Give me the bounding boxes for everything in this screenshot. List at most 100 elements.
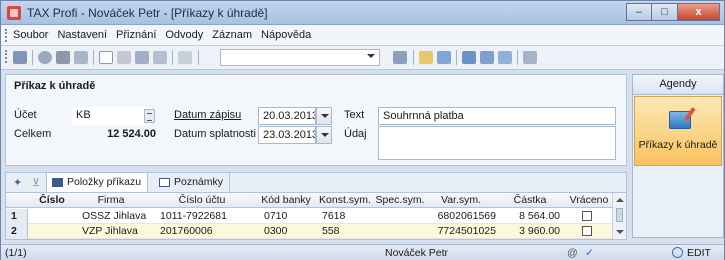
datum-zapisu-field[interactable]: 20.03.2013: [258, 107, 316, 125]
toolbar-grip-icon: [5, 50, 8, 63]
tab-poznamky[interactable]: Poznámky: [154, 173, 231, 193]
minimize-button[interactable]: –: [626, 3, 652, 21]
datum-splatnosti-field[interactable]: 23.03.2013: [258, 126, 316, 144]
window-icon[interactable]: [480, 51, 494, 64]
filter-rows-icon[interactable]: ⊻: [32, 176, 40, 189]
menu-soubor[interactable]: Soubor: [13, 29, 48, 41]
cell-firma: OSSZ Jihlava: [82, 210, 147, 222]
cell-castka: 8 564.00: [519, 210, 560, 222]
save-as-icon[interactable]: [153, 51, 167, 64]
edit-icon[interactable]: [117, 51, 131, 64]
col-var-sym[interactable]: Var.sym.: [426, 194, 496, 206]
table-row[interactable]: 1 OSSZ Jihlava 1011-7922681 0710 7618 68…: [6, 209, 612, 224]
udaj-label: Údaj: [344, 128, 367, 140]
cell-var-sym: 7724501025: [437, 225, 496, 237]
col-spec-sym[interactable]: Spec.sym.: [374, 194, 426, 206]
tab-label: Položky příkazu: [67, 176, 142, 188]
agendy-item-prikazy[interactable]: Příkazy k úhradě: [634, 96, 722, 166]
grid-header: Číslo Firma Číslo účtu Kód banky Konst.s…: [6, 193, 612, 208]
celkem-value: 12 524.00: [107, 128, 156, 140]
cell-konst-sym: 558: [322, 225, 340, 237]
note-icon: [159, 178, 170, 187]
col-cislo[interactable]: Číslo: [32, 194, 72, 206]
cell-castka: 3 960.00: [519, 225, 560, 237]
row-number: 1: [6, 209, 28, 224]
payment-order-icon: [669, 111, 691, 129]
datum-zapisu-value: 20.03.2013: [263, 110, 316, 122]
toolbar-separator: [93, 50, 94, 65]
edit-mode-icon: [672, 247, 683, 258]
status-mode: EDIT: [687, 247, 711, 259]
ucet-value: KB: [76, 109, 91, 121]
menu-bar: Soubor Nastavení Přiznání Odvody Záznam …: [1, 25, 724, 46]
menu-nastaveni[interactable]: Nastavení: [57, 29, 107, 41]
grid-icon[interactable]: [437, 51, 451, 64]
cell-cislo-uctu: 1011-7922681: [160, 210, 227, 222]
close-button[interactable]: x: [678, 3, 720, 21]
agendy-header: Agendy: [633, 75, 723, 95]
agendy-panel: Agendy Příkazy k úhradě: [632, 74, 724, 238]
agendy-item-label: Příkazy k úhradě: [638, 139, 718, 151]
app-window: TAX Profi - Nováček Petr - [Příkazy k úh…: [0, 0, 725, 260]
menu-zaznam[interactable]: Záznam: [212, 29, 252, 41]
items-grid: Číslo Firma Číslo účtu Kód banky Konst.s…: [5, 192, 627, 240]
col-cislo-uctu[interactable]: Číslo účtu: [154, 194, 250, 206]
toolbar-separator: [198, 50, 199, 65]
col-kod-banky[interactable]: Kód banky: [258, 194, 314, 206]
text-label: Text: [344, 109, 365, 121]
ucet-picker-icon[interactable]: [144, 109, 155, 123]
col-castka[interactable]: Částka: [498, 194, 562, 206]
datum-zapisu-dropdown[interactable]: [316, 107, 332, 125]
scroll-thumb[interactable]: [616, 208, 623, 222]
udaj-field[interactable]: [378, 126, 616, 160]
ucet-field[interactable]: KB: [72, 107, 152, 125]
filter-icon[interactable]: [393, 51, 407, 64]
find-icon[interactable]: [38, 51, 52, 64]
window-icon[interactable]: [498, 51, 512, 64]
cell-kod-banky: 0300: [264, 225, 288, 237]
text-field[interactable]: Souhrnná platba: [378, 107, 616, 125]
menu-items: Soubor Nastavení Přiznání Odvody Záznam …: [13, 29, 320, 41]
col-konst-sym[interactable]: Konst.sym.: [316, 194, 374, 206]
grid-scrollbar[interactable]: [612, 193, 626, 239]
save-icon[interactable]: [135, 51, 149, 64]
add-row-icon[interactable]: ✦: [13, 176, 22, 189]
window-controls: – □ x: [626, 3, 720, 21]
maximize-button[interactable]: □: [652, 3, 678, 21]
scroll-down-icon[interactable]: [616, 230, 624, 234]
record-position: (1/1): [5, 247, 27, 259]
open-icon[interactable]: [13, 51, 27, 64]
cell-cislo-uctu: 201760006: [160, 225, 213, 237]
cell-kod-banky: 0710: [264, 210, 288, 222]
tab-polozky-prikazu[interactable]: Položky příkazu: [46, 173, 149, 193]
tab-label: Poznámky: [174, 176, 224, 188]
help-icon[interactable]: [523, 51, 537, 64]
col-vraceno[interactable]: Vráceno: [566, 194, 612, 206]
menu-grip-icon: [5, 29, 8, 42]
payment-order-form: Příkaz k úhradě Účet KB Celkem 12 524.00…: [5, 74, 627, 166]
chevron-down-icon[interactable]: [367, 54, 375, 58]
toolbar-separator: [456, 50, 457, 65]
tab-strip: ✦ ⊻ Položky příkazu Poznámky: [5, 172, 627, 193]
scroll-up-icon[interactable]: [616, 198, 624, 202]
status-bar: (1/1) Nováček Petr @ ✓ EDIT: [1, 244, 724, 260]
col-firma[interactable]: Firma: [76, 194, 146, 206]
copy-icon[interactable]: [178, 51, 192, 64]
text-value: Souhrnná platba: [383, 110, 464, 122]
datum-splatnosti-dropdown[interactable]: [316, 126, 332, 144]
cell-var-sym: 6802061569: [437, 210, 496, 222]
menu-napoveda[interactable]: Nápověda: [261, 29, 311, 41]
title-bar[interactable]: TAX Profi - Nováček Petr - [Příkazy k úh…: [1, 1, 724, 25]
vraceno-checkbox[interactable]: [582, 226, 592, 236]
table-row[interactable]: 2 VZP Jihlava 201760006 0300 558 7724501…: [6, 224, 612, 239]
menu-odvody[interactable]: Odvody: [165, 29, 203, 41]
new-icon[interactable]: [99, 51, 113, 64]
menu-priznani[interactable]: Přiznání: [116, 29, 156, 41]
toolbar-search-combo[interactable]: [220, 49, 380, 66]
toolbar: [1, 46, 724, 70]
vraceno-checkbox[interactable]: [582, 211, 592, 221]
folder-icon[interactable]: [419, 51, 433, 64]
print-icon[interactable]: [56, 51, 70, 64]
window-icon[interactable]: [462, 51, 476, 64]
preview-icon[interactable]: [74, 51, 88, 64]
